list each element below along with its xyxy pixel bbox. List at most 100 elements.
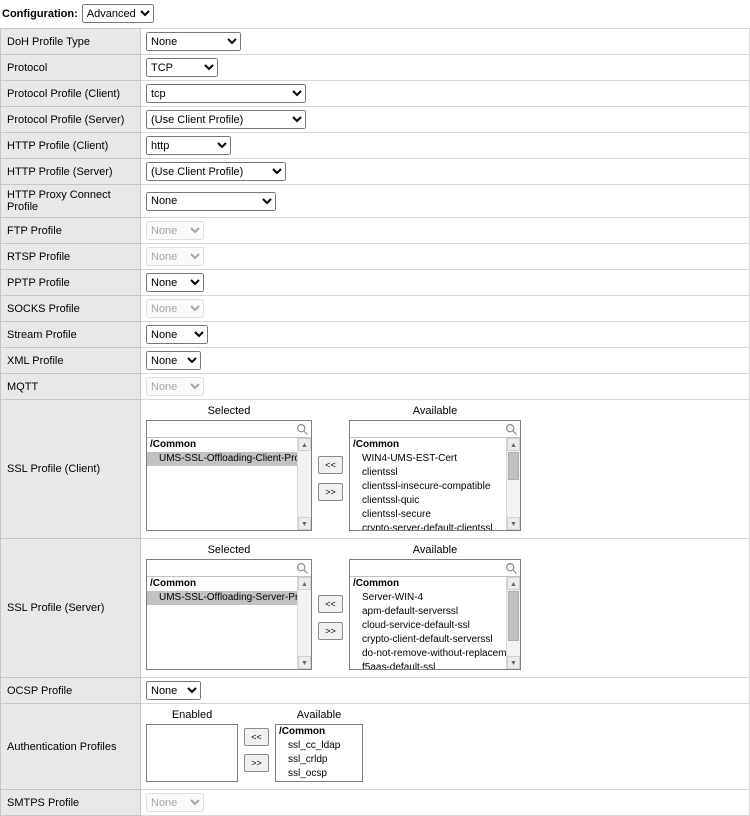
row-pptp-profile: PPTP Profile None xyxy=(1,270,750,296)
list-group-label: /Common xyxy=(276,725,362,739)
scrollbar[interactable]: ▲ ▼ xyxy=(297,438,311,530)
scroll-down-icon[interactable]: ▼ xyxy=(298,656,311,669)
ssl-server-available-box[interactable]: /Common Server-WIN-4 apm-default-servers… xyxy=(349,559,521,670)
row-ssl-profile-client: SSL Profile (Client) Selected /Common UM… xyxy=(1,400,750,539)
row-label: RTSP Profile xyxy=(1,244,141,270)
list-item[interactable]: ssl_ocsp xyxy=(276,767,362,781)
row-smtps-profile: SMTPS Profile None xyxy=(1,790,750,816)
ssl-client-available-box[interactable]: /Common WIN4-UMS-EST-Cert clientssl clie… xyxy=(349,420,521,531)
scroll-up-icon[interactable]: ▲ xyxy=(507,577,520,590)
scrollbar[interactable]: ▲ ▼ xyxy=(297,577,311,669)
row-mqtt: MQTT None xyxy=(1,374,750,400)
row-label: DoH Profile Type xyxy=(1,29,141,55)
row-label: XML Profile xyxy=(1,348,141,374)
http-profile-client-select[interactable]: http xyxy=(146,136,231,155)
row-stream-profile: Stream Profile None xyxy=(1,322,750,348)
scroll-up-icon[interactable]: ▲ xyxy=(298,577,311,590)
configuration-table: DoH Profile Type None Protocol TCP Proto… xyxy=(0,28,750,816)
configuration-label: Configuration: xyxy=(2,8,78,20)
scroll-down-icon[interactable]: ▼ xyxy=(507,517,520,530)
scroll-down-icon[interactable]: ▼ xyxy=(298,517,311,530)
list-item[interactable]: f5aas-default-ssl xyxy=(350,661,520,669)
stream-profile-select[interactable]: None xyxy=(146,325,208,344)
row-protocol: Protocol TCP xyxy=(1,55,750,81)
mqtt-select: None xyxy=(146,377,204,396)
pptp-profile-select[interactable]: None xyxy=(146,273,204,292)
scroll-down-icon[interactable]: ▼ xyxy=(507,656,520,669)
scrollbar-thumb[interactable] xyxy=(508,452,519,480)
list-item[interactable]: ssl_crldp xyxy=(276,753,362,767)
smtps-profile-select: None xyxy=(146,793,204,812)
list-item[interactable]: clientssl xyxy=(350,466,520,480)
row-http-proxy-connect-profile: HTTP Proxy Connect Profile None xyxy=(1,185,750,218)
xml-profile-select[interactable]: None xyxy=(146,351,201,370)
list-item[interactable]: cloud-service-default-ssl xyxy=(350,619,520,633)
move-right-button[interactable]: >> xyxy=(318,622,343,640)
list-item[interactable]: do-not-remove-without-replacement xyxy=(350,647,520,661)
row-authentication-profiles: Authentication Profiles Enabled << >> Av… xyxy=(1,704,750,790)
configuration-select[interactable]: Advanced xyxy=(82,4,154,23)
scroll-up-icon[interactable]: ▲ xyxy=(507,438,520,451)
row-rtsp-profile: RTSP Profile None xyxy=(1,244,750,270)
list-group-label: /Common xyxy=(147,577,311,591)
row-label: FTP Profile xyxy=(1,218,141,244)
scroll-up-icon[interactable]: ▲ xyxy=(298,438,311,451)
scrollbar[interactable]: ▲ ▼ xyxy=(506,577,520,669)
search-icon xyxy=(505,423,518,439)
list-item[interactable]: crypto-client-default-serverssl xyxy=(350,633,520,647)
list-group-label: /Common xyxy=(147,438,311,452)
list-item-selected[interactable]: UMS-SSL-Offloading-Server-Profile xyxy=(147,591,311,605)
list-item-selected[interactable]: UMS-SSL-Offloading-Client-Profile xyxy=(147,452,311,466)
move-left-button[interactable]: << xyxy=(318,595,343,613)
ssl-client-selected-box[interactable]: /Common UMS-SSL-Offloading-Client-Profil… xyxy=(146,420,312,531)
protocol-profile-server-select[interactable]: (Use Client Profile) xyxy=(146,110,306,129)
enabled-header: Enabled xyxy=(172,708,212,724)
list-item[interactable]: apm-default-serverssl xyxy=(350,605,520,619)
move-right-button[interactable]: >> xyxy=(318,483,343,501)
scrollbar[interactable]: ▲ ▼ xyxy=(506,438,520,530)
row-label: Protocol Profile (Client) xyxy=(1,81,141,107)
selected-header: Selected xyxy=(208,543,251,559)
list-item[interactable]: ssl_cc_ldap xyxy=(276,739,362,753)
move-left-button[interactable]: << xyxy=(318,456,343,474)
row-label: SMTPS Profile xyxy=(1,790,141,816)
list-item[interactable]: clientssl-quic xyxy=(350,494,520,508)
list-item[interactable]: WIN4-UMS-EST-Cert xyxy=(350,452,520,466)
ssl-server-selected-filter-input[interactable] xyxy=(147,560,311,577)
list-item[interactable]: clientssl-secure xyxy=(350,508,520,522)
auth-available-box[interactable]: /Common ssl_cc_ldap ssl_crldp ssl_ocsp xyxy=(275,724,363,782)
list-item[interactable]: clientssl-insecure-compatible xyxy=(350,480,520,494)
row-label: PPTP Profile xyxy=(1,270,141,296)
search-icon xyxy=(505,562,518,578)
row-label: MQTT xyxy=(1,374,141,400)
auth-enabled-box[interactable] xyxy=(146,724,238,782)
ocsp-profile-select[interactable]: None xyxy=(146,681,201,700)
row-label: SSL Profile (Server) xyxy=(1,539,141,678)
protocol-profile-client-select[interactable]: tcp xyxy=(146,84,306,103)
http-profile-server-select[interactable]: (Use Client Profile) xyxy=(146,162,286,181)
list-item[interactable]: Server-WIN-4 xyxy=(350,591,520,605)
row-label: Protocol Profile (Server) xyxy=(1,107,141,133)
doh-profile-type-select[interactable]: None xyxy=(146,32,241,51)
protocol-select[interactable]: TCP xyxy=(146,58,218,77)
list-item[interactable]: crypto-server-default-clientssl xyxy=(350,522,520,530)
configuration-bar: Configuration: Advanced xyxy=(0,0,750,28)
ssl-server-available-filter-input[interactable] xyxy=(350,560,520,577)
row-label: HTTP Profile (Server) xyxy=(1,159,141,185)
move-left-button[interactable]: << xyxy=(244,728,269,746)
ssl-client-available-filter-input[interactable] xyxy=(350,421,520,438)
ssl-server-selected-box[interactable]: /Common UMS-SSL-Offloading-Server-Profil… xyxy=(146,559,312,670)
row-label: OCSP Profile xyxy=(1,678,141,704)
row-http-profile-client: HTTP Profile (Client) http xyxy=(1,133,750,159)
row-ocsp-profile: OCSP Profile None xyxy=(1,678,750,704)
list-group-label: /Common xyxy=(350,438,520,452)
move-right-button[interactable]: >> xyxy=(244,754,269,772)
ssl-client-selected-filter-input[interactable] xyxy=(147,421,311,438)
http-proxy-connect-profile-select[interactable]: None xyxy=(146,192,276,211)
rtsp-profile-select: None xyxy=(146,247,204,266)
available-header: Available xyxy=(413,404,457,420)
scrollbar-thumb[interactable] xyxy=(508,591,519,641)
row-protocol-profile-server: Protocol Profile (Server) (Use Client Pr… xyxy=(1,107,750,133)
row-socks-profile: SOCKS Profile None xyxy=(1,296,750,322)
row-ssl-profile-server: SSL Profile (Server) Selected /Common UM… xyxy=(1,539,750,678)
